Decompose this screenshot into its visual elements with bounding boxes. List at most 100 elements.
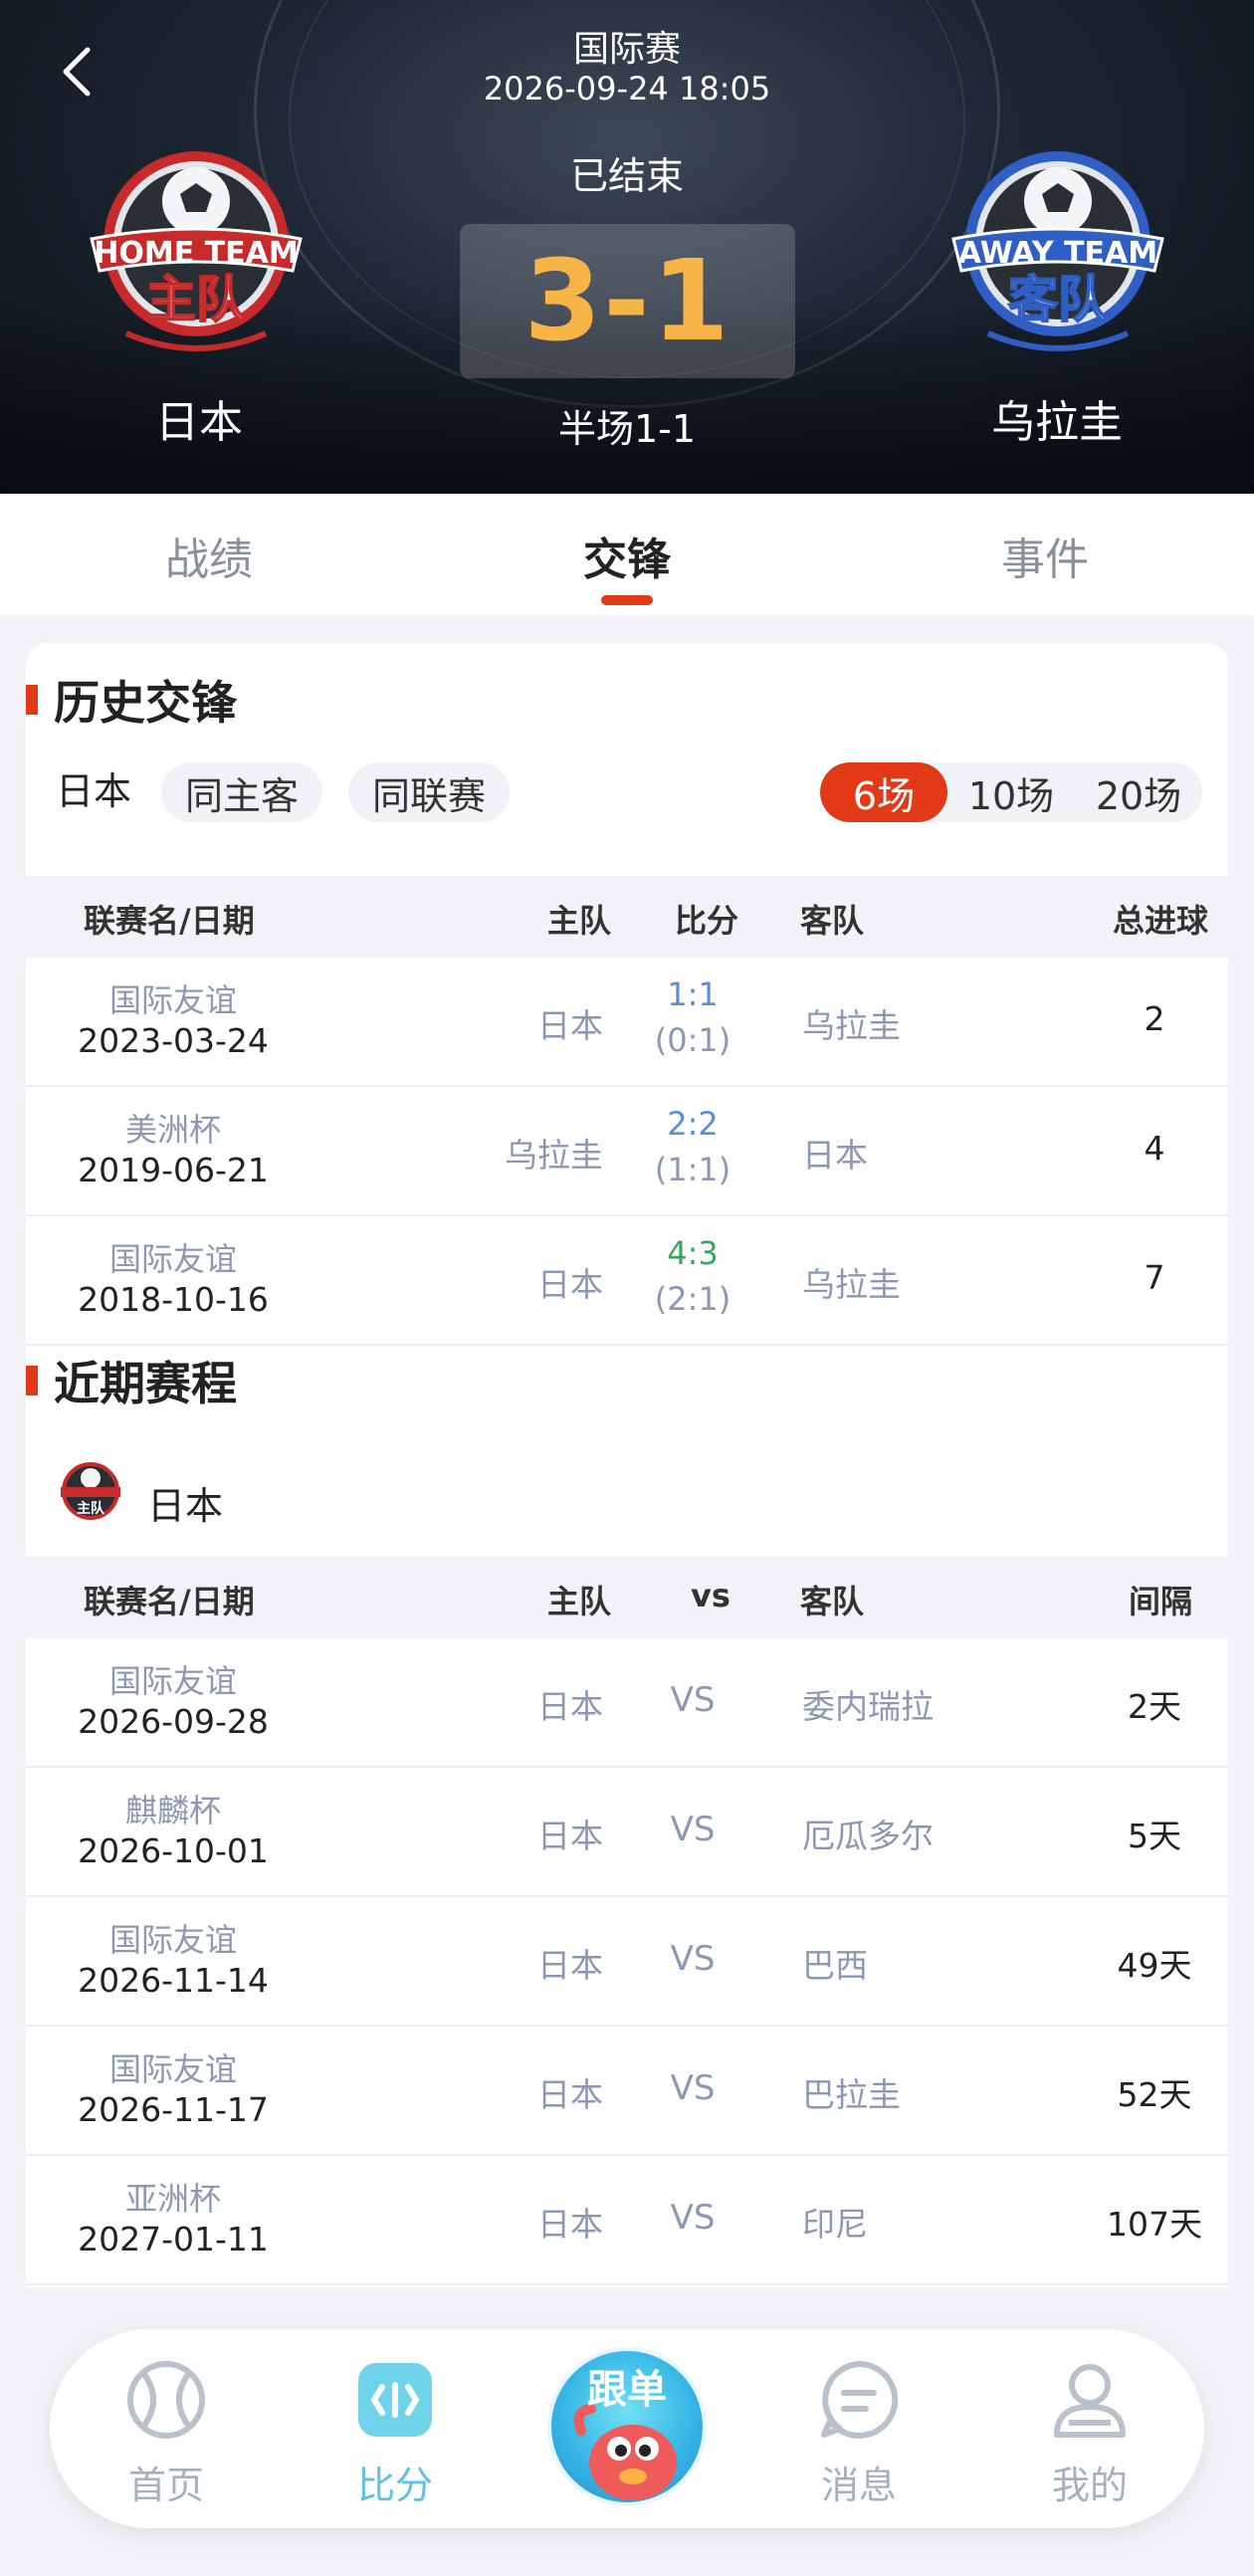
h2h-title-text: 历史交锋 [54,676,237,730]
home-team-name[interactable]: 日本 [40,386,358,450]
col-home: 主队 [547,902,612,940]
ball-icon [127,2361,205,2439]
fixture-row[interactable]: 麒麟杯 2026-10-01 日本 VS 厄瓜多尔 5天 [26,1768,1228,1897]
count-20-option[interactable]: 20场 [1075,762,1202,822]
recent-team-logo: 主队 [61,1462,120,1520]
row-home-team: 日本 [537,2205,603,2244]
fixture-row[interactable]: 国际友谊 2026-11-14 日本 VS 巴西 49天 [26,1897,1228,2027]
final-score: 3-1 [460,224,795,378]
nav-profile[interactable]: 我的 [1015,2357,1164,2509]
fixture-row[interactable]: 亚洲杯 2027-01-11 日本 VS 印尼 107天 [26,2156,1228,2285]
row-interval: 2天 [1128,1687,1181,1726]
tab-record[interactable]: 战绩 [0,524,418,587]
row-interval: 107天 [1107,2205,1202,2244]
h2h-team-filter[interactable]: 日本 [56,760,131,815]
row-halftime-score: (0:1) [654,1021,732,1059]
match-datetime: 2026-09-24 18:05 [483,70,771,107]
nav-home[interactable]: 首页 [92,2357,241,2509]
row-score: 2:2 [667,1105,719,1143]
fixture-row[interactable]: 国际友谊 2026-09-28 日本 VS 委内瑞拉 2天 [26,1638,1228,1768]
h2h-row[interactable]: 国际友谊 2018-10-16 日本 4:3 (2:1) 乌拉圭 7 [26,1216,1228,1346]
row-home-team: 乌拉圭 [505,1136,603,1175]
count-10-option[interactable]: 10场 [947,762,1075,822]
col-home: 主队 [547,1583,612,1620]
row-vs: VS [670,2068,716,2108]
row-away-team: 厄瓜多尔 [802,1817,934,1855]
row-vs: VS [670,1939,716,1979]
row-vs: VS [670,2198,716,2238]
nav-messages-label: 消息 [820,2464,897,2507]
nav-messages[interactable]: 消息 [784,2357,934,2509]
score-icon [358,2363,432,2437]
h2h-row[interactable]: 美洲杯 2019-06-21 乌拉圭 2:2 (1:1) 日本 4 [26,1087,1228,1216]
tab-bar: 战绩 交锋 事件 [0,494,1254,615]
section-marker [26,1366,38,1395]
row-vs: VS [670,1810,716,1849]
match-count-selector: 6场 10场 20场 [820,762,1202,822]
row-home-team: 日本 [537,1265,603,1304]
row-total-goals: 7 [1144,1258,1165,1297]
row-home-team: 日本 [537,2075,603,2114]
message-icon [821,2360,899,2439]
match-header: 国际赛 2026-09-24 18:05 已结束 3-1 半场1-1 HOME … [0,0,1254,494]
col-away: 客队 [800,902,865,940]
col-league-date: 联赛名/日期 [84,1583,255,1620]
row-home-team: 日本 [537,1946,603,1985]
col-score: 比分 [675,902,739,940]
row-league: 国际友谊 [108,1662,237,1700]
row-date: 2026-11-17 [78,2090,269,2129]
bottom-nav: 首页 比分 跟单 消息 我的 [50,2329,1204,2528]
count-6-option[interactable]: 6场 [820,762,947,822]
row-home-team: 日本 [537,1817,603,1855]
svg-text:AWAY TEAM: AWAY TEAM [958,236,1157,271]
nav-score[interactable]: 比分 [320,2357,470,2509]
same-home-away-chip[interactable]: 同主客 [161,762,323,822]
recent-table-header: 联赛名/日期 主队 vs 客队 间隔 [26,1557,1228,1638]
row-league: 国际友谊 [108,981,237,1019]
h2h-row[interactable]: 国际友谊 2023-03-24 日本 1:1 (0:1) 乌拉圭 2 [26,958,1228,1087]
row-interval: 49天 [1117,1946,1192,1985]
league-title: 国际赛 [572,29,681,70]
col-total-goals: 总进球 [1113,902,1209,940]
recent-team-name: 日本 [147,1484,224,1528]
row-date: 2023-03-24 [78,1021,269,1060]
nav-score-label: 比分 [356,2464,433,2507]
row-away-team: 日本 [802,1136,868,1175]
row-league: 美洲杯 [124,1111,221,1149]
row-away-team: 印尼 [802,2205,868,2244]
row-date: 2026-09-28 [78,1702,269,1741]
fixture-row[interactable]: 国际友谊 2026-11-17 日本 VS 巴拉圭 52天 [26,2027,1228,2156]
nav-follow-button[interactable]: 跟单 [547,2347,707,2506]
row-home-team: 日本 [537,1687,603,1726]
row-date: 2019-06-21 [78,1151,269,1189]
row-date: 2018-10-16 [78,1280,269,1319]
row-interval: 5天 [1128,1817,1181,1855]
profile-icon [1054,2364,1126,2438]
col-away: 客队 [800,1583,865,1620]
row-league: 麒麟杯 [124,1792,221,1829]
row-score: 1:1 [667,975,719,1013]
row-league: 国际友谊 [108,1921,237,1959]
home-team-logo[interactable]: HOME TEAM 主队 [72,149,320,368]
row-score: 4:3 [667,1234,719,1272]
row-halftime-score: (2:1) [654,1280,732,1318]
row-halftime-score: (1:1) [654,1151,732,1188]
away-team-logo[interactable]: AWAY TEAM 客队 [934,149,1182,368]
row-vs: VS [670,1680,716,1720]
col-league-date: 联赛名/日期 [84,902,255,940]
away-team-name[interactable]: 乌拉圭 [898,386,1216,450]
row-league: 亚洲杯 [124,2180,221,2218]
row-league: 国际友谊 [108,2050,237,2088]
same-league-chip[interactable]: 同联赛 [348,762,511,822]
nav-home-label: 首页 [127,2464,204,2507]
active-tab-indicator [601,595,653,605]
h2h-section-title: 历史交锋 [26,675,237,730]
row-away-team: 乌拉圭 [802,1265,901,1304]
tab-events[interactable]: 事件 [836,524,1254,587]
row-away-team: 委内瑞拉 [802,1687,934,1726]
svg-text:HOME TEAM: HOME TEAM [94,236,298,271]
section-marker [26,685,38,715]
tab-head-to-head[interactable]: 交锋 [418,524,836,587]
row-away-team: 乌拉圭 [802,1006,901,1045]
nav-follow-label: 跟单 [587,2367,667,2413]
